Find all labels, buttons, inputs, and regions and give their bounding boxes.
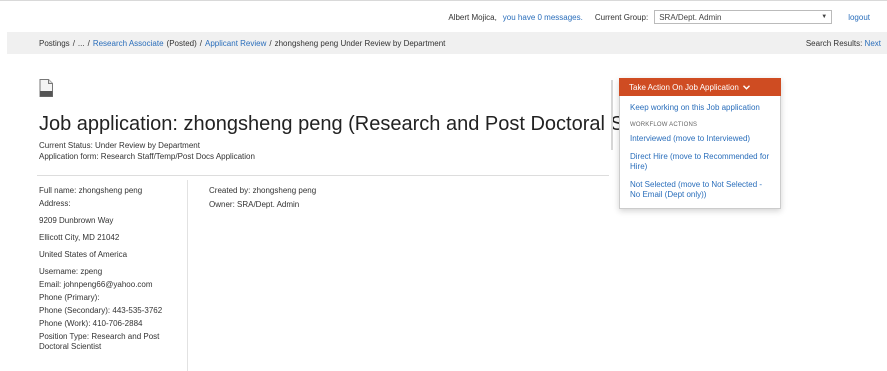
chevron-down-icon <box>742 83 750 92</box>
document-icon <box>39 79 53 97</box>
owner: Owner: SRA/Dept. Admin <box>209 200 300 209</box>
applicant-phone-primary: Phone (Primary): <box>39 293 100 302</box>
interviewed-action[interactable]: Interviewed (move to Interviewed) <box>620 134 780 144</box>
applicant-address-label: Address: <box>39 199 71 208</box>
page-title: Job application: zhongsheng peng (Resear… <box>39 113 693 135</box>
keep-working-link[interactable]: Keep working on this Job application <box>620 103 780 113</box>
breadcrumb-separator: / <box>87 38 90 48</box>
current-status: Current Status: Under Review by Departme… <box>39 141 200 150</box>
section-divider <box>37 175 609 176</box>
logout-link[interactable]: logout <box>848 13 870 22</box>
search-results: Search Results: Next <box>806 39 881 48</box>
messages-link[interactable]: you have 0 messages. <box>503 13 583 22</box>
applicant-phone-secondary: Phone (Secondary): 443-535-3762 <box>39 306 163 315</box>
take-action-label: Take Action On Job Application <box>629 82 739 92</box>
breadcrumb-ellipsis[interactable]: ... <box>78 39 85 48</box>
breadcrumb-review-link[interactable]: Applicant Review <box>205 39 266 48</box>
not-selected-action[interactable]: Not Selected (move to Not Selected - No … <box>620 180 780 200</box>
applicant-position-type: Position Type: Research and Post Doctora… <box>39 332 160 351</box>
workflow-actions-header: WORKFLOW ACTIONS <box>630 122 698 128</box>
applicant-address-line3: United States of America <box>39 250 128 259</box>
applicant-username: Username: zpeng <box>39 267 103 276</box>
direct-hire-action[interactable]: Direct Hire (move to Recommended for Hir… <box>620 152 780 172</box>
breadcrumb: Postings / ... / Research Associate (Pos… <box>7 32 887 54</box>
vertical-divider <box>611 80 613 150</box>
applicant-address-line1: 9209 Dunbrown Way <box>39 216 114 225</box>
search-results-label: Search Results: <box>805 39 863 48</box>
applicant-full-name: Full name: zhongsheng peng <box>39 186 143 195</box>
applicant-address-line2: Ellicott City, MD 21042 <box>39 233 120 242</box>
application-meta: Created by: zhongsheng peng Owner: SRA/D… <box>209 186 316 214</box>
search-next-link[interactable]: Next <box>865 39 881 48</box>
user-area: Albert Mojica, you have 0 messages. Curr… <box>448 10 870 24</box>
take-action-button[interactable]: Take Action On Job Application <box>619 78 781 96</box>
breadcrumb-separator: / <box>199 38 202 48</box>
created-by: Created by: zhongsheng peng <box>209 186 317 195</box>
breadcrumb-current: zhongsheng peng Under Review by Departme… <box>274 38 446 48</box>
application-form: Application form: Research Staff/Temp/Po… <box>39 152 255 161</box>
breadcrumb-postings[interactable]: Postings <box>39 39 70 48</box>
group-select[interactable]: SRA/Dept. Admin ▼ <box>654 10 833 24</box>
column-divider <box>187 180 188 371</box>
group-label: Current Group: <box>594 12 649 22</box>
breadcrumb-job-link[interactable]: Research Associate <box>93 39 164 48</box>
applicant-phone-work: Phone (Work): 410-706-2884 <box>39 319 143 328</box>
applicant-details: Full name: zhongsheng peng Address: 9209… <box>39 186 184 355</box>
breadcrumb-separator: / <box>269 38 272 48</box>
top-bar: Albert Mojica, you have 0 messages. Curr… <box>0 0 887 33</box>
breadcrumb-job-state: (Posted) <box>166 38 197 48</box>
group-select-value: SRA/Dept. Admin <box>659 12 722 22</box>
action-dropdown: Take Action On Job Application Keep work… <box>619 78 781 209</box>
select-arrow-icon: ▼ <box>821 14 828 20</box>
applicant-email: Email: johnpeng66@yahoo.com <box>39 280 153 289</box>
user-name: Albert Mojica, <box>448 12 497 22</box>
breadcrumb-separator: / <box>72 38 75 48</box>
